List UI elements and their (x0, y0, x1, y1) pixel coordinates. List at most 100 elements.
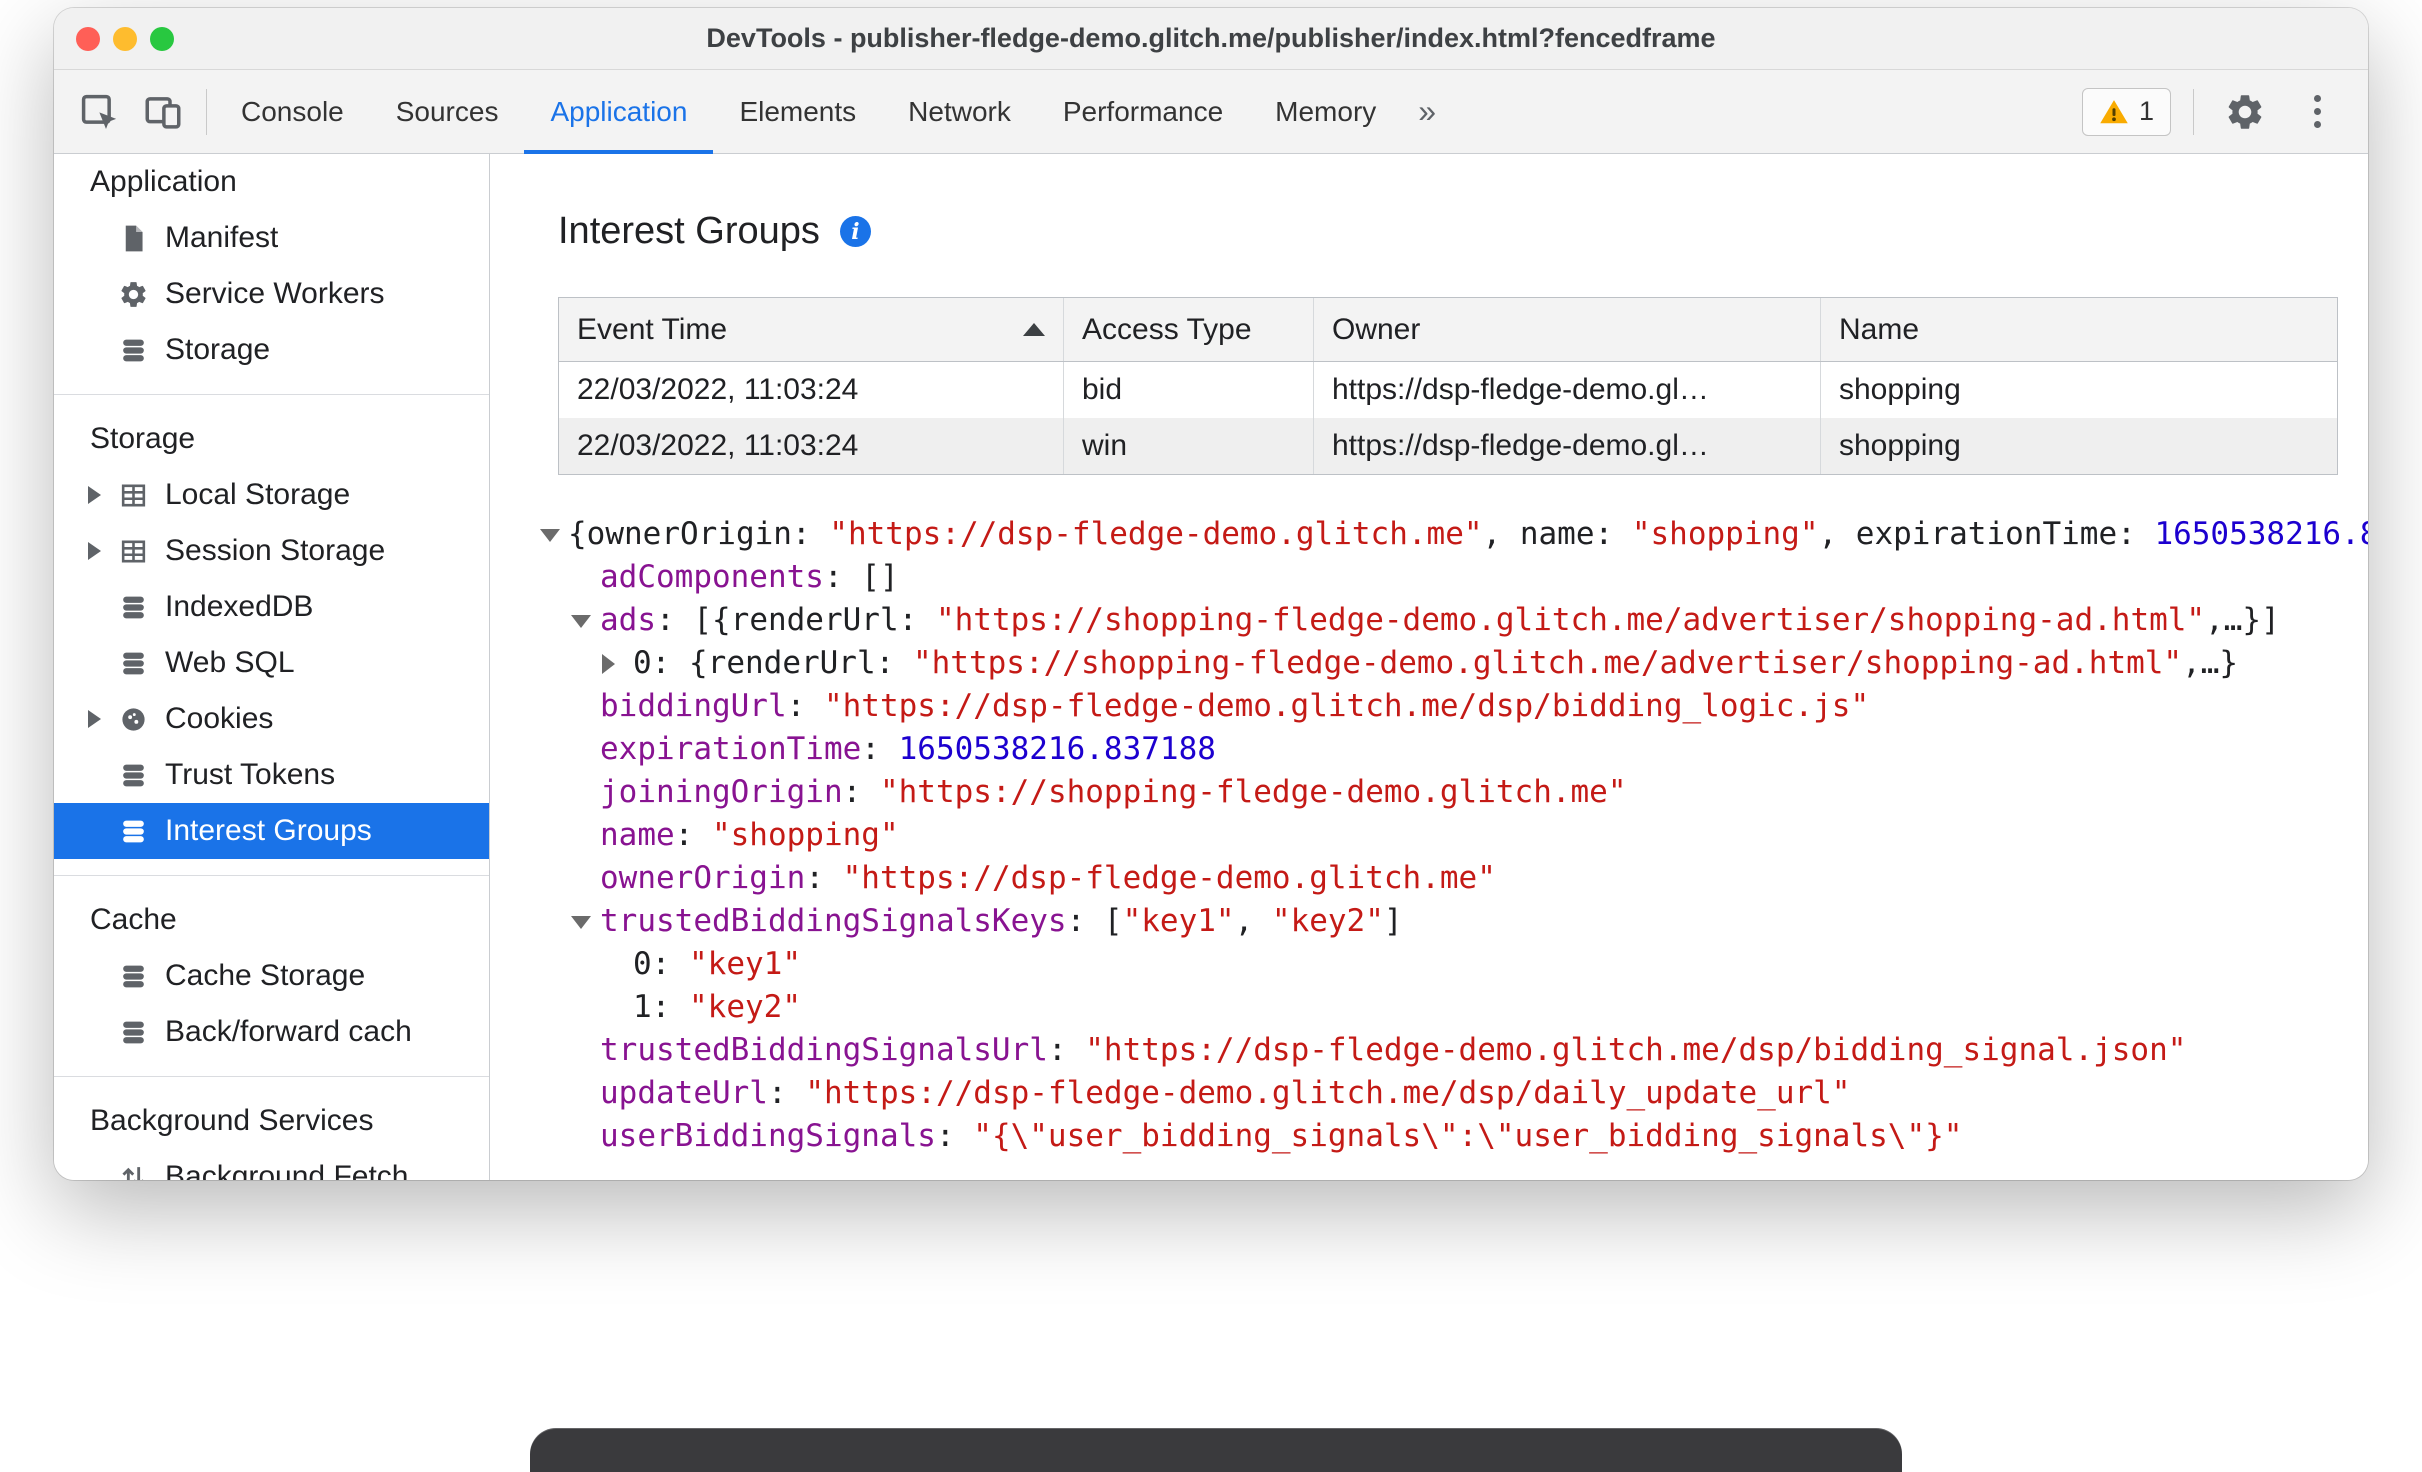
tree-line: adComponents: [] (538, 556, 2368, 599)
expand-triangle-icon[interactable] (602, 654, 615, 674)
macos-dock (530, 1428, 1902, 1472)
sidebar-item-label: Background Fetch (165, 1160, 409, 1180)
tree-array-index: 1 (633, 989, 652, 1025)
sidebar-item-trust-tokens[interactable]: Trust Tokens (54, 747, 489, 803)
tree-string-value: "key2" (689, 989, 801, 1025)
tree-string-value: "https://shopping-fledge-demo.glitch.me/… (935, 602, 2206, 638)
collapse-triangle-icon[interactable] (571, 615, 591, 628)
tab-application[interactable]: Application (524, 70, 714, 154)
tab-network[interactable]: Network (882, 70, 1037, 153)
column-header-event-time[interactable]: Event Time (559, 298, 1064, 361)
sidebar-item-back-forward-cach[interactable]: Back/forward cach (54, 1004, 489, 1060)
column-header-label: Access Type (1082, 312, 1252, 346)
tree-text: : (935, 1118, 974, 1154)
sidebar-item-cookies[interactable]: Cookies (54, 691, 489, 747)
tab-console[interactable]: Console (215, 70, 370, 153)
sidebar-item-label: Service Workers (165, 277, 385, 310)
tree-line: 1: "key2" (538, 986, 2368, 1029)
tree-text: : [{renderUrl: (656, 602, 936, 638)
sidebar-item-label: Storage (165, 333, 271, 366)
tree-line: biddingUrl: "https://dsp-fledge-demo.gli… (538, 685, 2368, 728)
cache-storage-icon (118, 961, 149, 992)
background-fetch-icon (118, 1162, 149, 1180)
panel-tabs: Console Sources Application Elements Network… (215, 70, 1402, 154)
tree-text: : (805, 860, 843, 896)
tree-text: : (861, 731, 899, 767)
warning-count: 1 (2138, 96, 2154, 126)
indexeddb-icon (118, 592, 149, 623)
tree-property-name: ownerOrigin (600, 860, 806, 896)
tab-sources[interactable]: Sources (370, 70, 525, 153)
sidebar-item-manifest[interactable]: Manifest (54, 210, 489, 266)
gear-icon (2228, 94, 2262, 129)
collapse-triangle-icon[interactable] (540, 529, 560, 542)
interest-groups-table: Event Time Access Type Owner Name 22/03/2022… (558, 297, 2338, 475)
tree-string-value: "https://dsp-fledge-demo.glitch.me" (842, 860, 1496, 896)
device-toolbar-button[interactable] (134, 83, 192, 141)
section-header-background-services: Background Services (90, 1104, 374, 1137)
tree-string-value: "https://dsp-fledge-demo.glitch.me" (829, 516, 1483, 552)
tab-performance[interactable]: Performance (1037, 70, 1249, 153)
sidebar-item-cache-storage[interactable]: Cache Storage (54, 948, 489, 1004)
expand-triangle-icon[interactable] (88, 486, 118, 504)
more-options-button[interactable] (2288, 83, 2346, 141)
settings-gear-button[interactable] (2216, 83, 2274, 141)
tree-text: , (1234, 903, 1272, 939)
sidebar-item-interest-groups[interactable]: Interest Groups (54, 803, 489, 859)
sidebar-item-service-workers[interactable]: Service Workers (54, 266, 489, 322)
sidebar-item-label: Cookies (165, 702, 274, 735)
zoom-button[interactable] (150, 26, 174, 51)
sidebar-item-local-storage[interactable]: Local Storage (54, 467, 489, 523)
tree-text: ,…} (2182, 645, 2239, 681)
toolbar-left-icons (54, 70, 198, 153)
tree-property-name: adComponents (600, 559, 824, 595)
info-icon[interactable] (839, 216, 871, 247)
sidebar-item-label: Manifest (165, 221, 279, 254)
column-header-name[interactable]: Name (1821, 298, 2337, 361)
close-button[interactable] (76, 26, 100, 51)
tree-line: ads: [{renderUrl: "https://shopping-fled… (538, 599, 2368, 642)
minimize-button[interactable] (113, 26, 137, 51)
tree-string-value: "https://shopping-fledge-demo.glitch.me" (879, 774, 1627, 810)
sidebar-item-background-fetch[interactable]: Background Fetch (54, 1149, 489, 1180)
sidebar-item-indexeddb[interactable]: IndexedDB (54, 579, 489, 635)
tree-string-value: "https://dsp-fledge-demo.glitch.me/dsp/b… (823, 688, 1870, 724)
tree-text: , expirationTime: (1818, 516, 2155, 552)
table-row[interactable]: 22/03/2022, 11:03:24 bid https://dsp-fledg… (559, 362, 2337, 418)
tree-string-value: "key1" (1122, 903, 1235, 939)
inspect-element-button[interactable] (70, 83, 128, 141)
expand-triangle-icon[interactable] (88, 542, 118, 560)
sidebar-item-web-sql[interactable]: Web SQL (54, 635, 489, 691)
sidebar-section-application: Application Manifest Service Workers Storag… (54, 154, 489, 394)
web-sql-icon (118, 648, 149, 679)
manifest-icon (118, 223, 149, 254)
sidebar-item-label: Local Storage (165, 478, 351, 511)
issues-button[interactable]: 1 (2081, 87, 2171, 136)
tree-text: : {renderUrl: (651, 645, 913, 681)
tree-property-name: trustedBiddingSignalsUrl (600, 1032, 1048, 1068)
tab-elements[interactable]: Elements (713, 70, 882, 153)
main-panel: Interest Groups Event Time Access Type Own… (490, 154, 2368, 1180)
tree-string-value: "key1" (689, 946, 801, 982)
expand-triangle-icon[interactable] (88, 710, 118, 728)
table-row[interactable]: 22/03/2022, 11:03:24 win https://dsp-fledg… (559, 418, 2337, 474)
sidebar-section-background-services: Background Services Background Fetch (54, 1076, 489, 1180)
column-header-access-type[interactable]: Access Type (1064, 298, 1314, 361)
tree-property-name: ads (600, 602, 656, 638)
column-header-owner[interactable]: Owner (1314, 298, 1821, 361)
back-forward-cache-icon (118, 1017, 149, 1048)
tree-property-name: userBiddingSignals (600, 1118, 936, 1154)
column-header-label: Name (1839, 312, 1920, 346)
sidebar-item-label: Cache Storage (165, 959, 366, 992)
more-tabs-button[interactable]: » (1402, 70, 1452, 153)
tree-property-name: name (600, 817, 675, 853)
sidebar-item-storage[interactable]: Storage (54, 322, 489, 378)
column-header-label: Owner (1332, 312, 1421, 346)
tree-text: : [ (1066, 903, 1123, 939)
collapse-triangle-icon[interactable] (571, 916, 591, 929)
tab-memory[interactable]: Memory (1249, 70, 1402, 153)
tree-string-value: "{\"user_bidding_signals\":\"user_biddin… (973, 1118, 1963, 1154)
tree-line: trustedBiddingSignalsUrl: "https://dsp-f… (538, 1029, 2368, 1072)
sidebar-item-label: IndexedDB (165, 590, 314, 623)
sidebar-item-session-storage[interactable]: Session Storage (54, 523, 489, 579)
